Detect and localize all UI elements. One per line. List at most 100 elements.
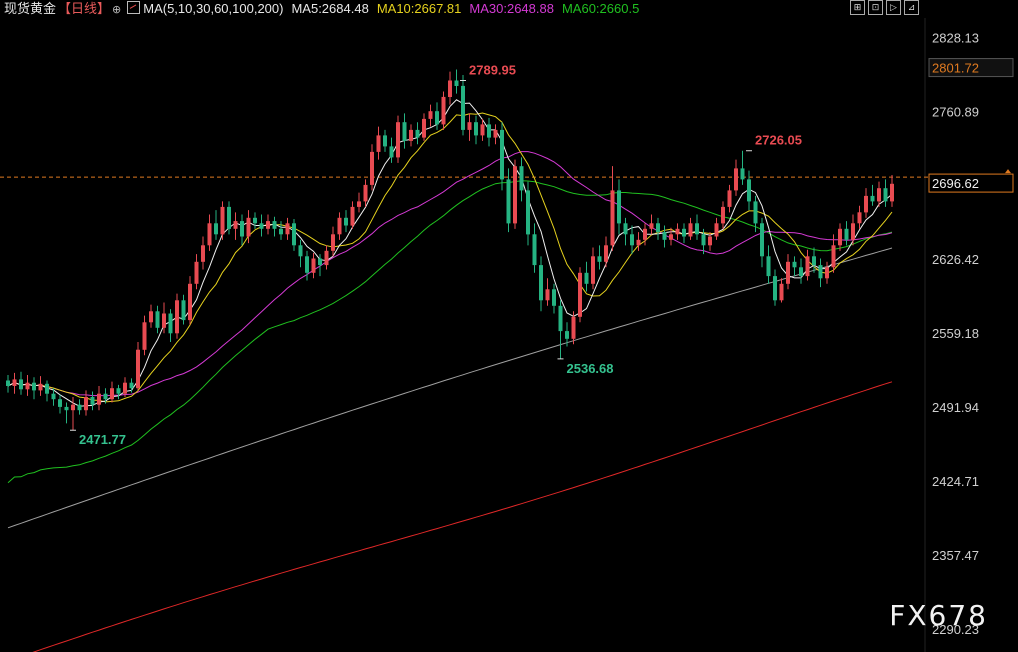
candle-body [565, 331, 569, 339]
candle [428, 104, 433, 127]
candle-body [591, 256, 595, 284]
candle [675, 223, 680, 240]
candle [766, 245, 771, 284]
candle [402, 113, 407, 149]
candle [623, 217, 628, 246]
candle-body [162, 313, 166, 328]
candle-body [409, 129, 413, 141]
candle [259, 214, 264, 237]
period-selector[interactable]: 【日线】 [58, 1, 110, 16]
candle [695, 214, 699, 240]
ma-indicator-icon[interactable] [127, 1, 141, 14]
candle-body [110, 388, 114, 400]
candle-body [714, 223, 719, 237]
current-price-arrow-icon [1005, 169, 1011, 174]
candle [760, 217, 764, 268]
candle [584, 261, 589, 292]
candle [181, 294, 186, 325]
candle-body [77, 404, 82, 411]
candle-body [831, 245, 836, 268]
candle-body [617, 190, 621, 224]
candle [773, 269, 777, 306]
candle [19, 371, 23, 395]
add-indicator-icon[interactable]: ⊕ [112, 4, 121, 16]
extreme-label: 2726.05 [755, 133, 802, 148]
candle [422, 113, 426, 141]
candle-body [857, 212, 862, 224]
candle [714, 217, 719, 240]
candle-body [6, 380, 10, 386]
candle-body [506, 179, 511, 224]
candle [513, 159, 517, 229]
y-tick-label: 2424.71 [932, 474, 979, 489]
candle [552, 283, 556, 314]
candle-body [480, 124, 485, 136]
candle-body [441, 96, 446, 125]
ma-params-label[interactable]: MA(5,10,30,60,100,200) [143, 1, 283, 16]
candle-body [766, 256, 771, 277]
ma30-value: MA30:2648.88 [469, 1, 554, 16]
candle-body [870, 195, 875, 202]
candle-body [519, 166, 524, 191]
fit-icon[interactable]: ⊡ [868, 0, 883, 15]
candle [344, 210, 348, 233]
candle [32, 377, 36, 400]
candle [298, 239, 303, 268]
candle-body [487, 124, 491, 138]
y-tick-label: 2559.18 [932, 326, 979, 341]
highlighted-price-label: 2801.72 [932, 61, 979, 76]
candle [188, 276, 192, 325]
candle [591, 247, 595, 290]
candle-body [220, 206, 225, 235]
candle [467, 113, 472, 141]
candle-body [428, 111, 433, 119]
candle-body [266, 221, 270, 229]
candle-body [669, 234, 673, 240]
candle-body [773, 276, 777, 301]
candle [12, 372, 17, 394]
current-price-label: 2696.62 [932, 176, 979, 191]
candle [792, 256, 797, 277]
candle [415, 122, 420, 145]
candle-body [103, 393, 108, 400]
candle-body [740, 168, 745, 180]
candle-body [324, 250, 329, 266]
candle-body [584, 272, 589, 284]
candle-body [682, 228, 686, 237]
candlestick-chart[interactable]: 2789.95 2726.05 2536.68 2471.77 2828.13 2760.… [0, 0, 1018, 652]
candle [558, 300, 563, 359]
candle [610, 166, 615, 251]
candle-body [214, 223, 218, 235]
candle [116, 384, 121, 400]
candle-body [240, 221, 244, 237]
candle [285, 217, 290, 240]
candle-body [175, 300, 179, 334]
candle-body [454, 80, 459, 86]
candle-body [571, 316, 576, 339]
candle-body [513, 166, 517, 224]
candle-body [864, 195, 868, 213]
candle-body [188, 283, 192, 321]
candle [805, 249, 810, 281]
candle-body [272, 221, 277, 229]
candle-body [467, 122, 472, 130]
candle [454, 69, 459, 94]
candle [84, 390, 88, 416]
candle-body [194, 261, 199, 284]
draw-tool-icon[interactable]: ⊿ [904, 0, 919, 15]
y-tick-label: 2357.47 [932, 548, 979, 563]
play-icon[interactable]: ▷ [886, 0, 901, 15]
candle-body [812, 256, 816, 266]
candle [818, 258, 823, 288]
candle [682, 223, 686, 244]
candle-body [123, 382, 127, 394]
candle [90, 391, 95, 411]
candle-body [753, 201, 758, 224]
candle [292, 218, 296, 251]
candle-body [402, 122, 407, 141]
candle [526, 181, 530, 246]
zoom-in-icon[interactable]: ⊞ [850, 0, 865, 15]
candle-body [51, 393, 56, 400]
candle-body [142, 322, 147, 350]
candle [350, 201, 355, 229]
